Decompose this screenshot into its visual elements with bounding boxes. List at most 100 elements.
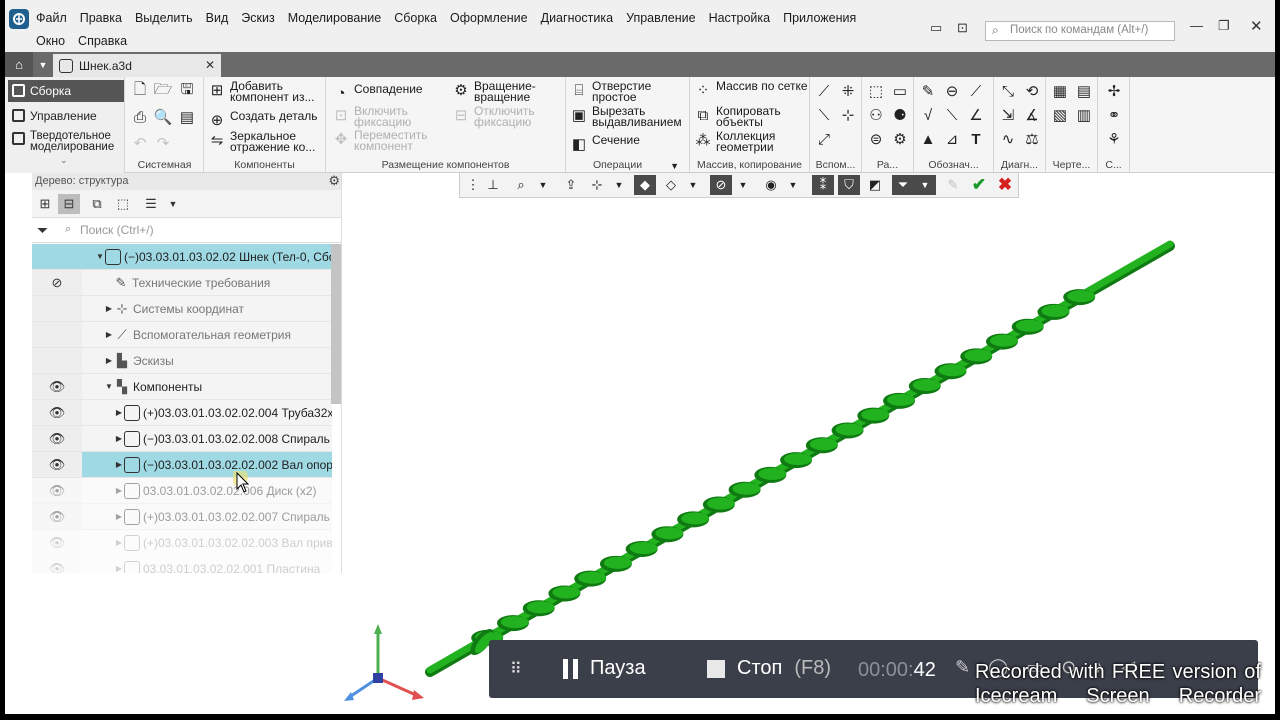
- expand-arrow-icon[interactable]: ▶: [104, 330, 114, 339]
- curvature-icon[interactable]: ∿: [998, 129, 1018, 149]
- menu-file[interactable]: Файл: [36, 10, 67, 26]
- disable-fix-button[interactable]: ⊟ Отключить фиксацию: [452, 105, 564, 128]
- menu-design[interactable]: Оформление: [450, 10, 528, 26]
- expand-arrow-icon[interactable]: ▶: [114, 538, 124, 547]
- link-icon[interactable]: ⚭: [1104, 105, 1124, 125]
- axis-icon[interactable]: ⟍: [814, 105, 834, 125]
- gear-icon[interactable]: ⚙: [890, 129, 910, 149]
- pencil-icon[interactable]: ✎: [942, 175, 964, 195]
- tree-search-input[interactable]: ⏷ ⌕ Поиск (Ctrl+/): [32, 219, 341, 243]
- layout-icon[interactable]: ▭: [930, 20, 942, 36]
- tree-row[interactable]: ▶ ⟋ Вспомогательная геометрия: [32, 322, 332, 348]
- expand-arrow-icon[interactable]: ▶: [114, 434, 124, 443]
- tree-row[interactable]: 👁 ▶ (+)03.03.01.03.02.02.003 Вал привод: [32, 530, 332, 556]
- hidden-eye-icon[interactable]: ⊘: [32, 270, 82, 295]
- copy-objects-button[interactable]: ⧉ Копировать объекты: [694, 105, 808, 128]
- wall-icon[interactable]: ▭: [890, 81, 910, 101]
- tree-scrollbar[interactable]: [331, 244, 341, 404]
- tree-row[interactable]: 👁 ▶ (−)03.03.01.03.02.02.008 Спираль об: [32, 426, 332, 452]
- display-dropdown-icon[interactable]: ▼: [682, 175, 704, 195]
- expand-arrow-icon[interactable]: ▼: [104, 382, 114, 391]
- visibility-icon[interactable]: ◉: [760, 175, 782, 195]
- tree-row[interactable]: ▶ ⊹ Системы координат: [32, 296, 332, 322]
- dimension-icon[interactable]: ✎: [918, 81, 938, 101]
- open-folder-icon[interactable]: 🗁: [153, 81, 173, 101]
- rotation-rotation-button[interactable]: ⚙ Вращение-вращение: [452, 80, 564, 103]
- print-icon[interactable]: ⎙: [130, 107, 150, 127]
- bolt-icon[interactable]: ⚇: [866, 105, 886, 125]
- chevron-down-icon[interactable]: ▼: [34, 52, 52, 77]
- weld-icon[interactable]: ▲: [918, 129, 938, 149]
- eye-icon[interactable]: 👁: [32, 504, 82, 529]
- save-icon[interactable]: 🖫: [177, 81, 197, 101]
- spec-icon[interactable]: ▥: [1074, 105, 1094, 125]
- panel-icon[interactable]: ⊡: [957, 20, 968, 36]
- drag-handle-icon[interactable]: ⠿: [510, 659, 522, 679]
- eye-icon[interactable]: 👁: [32, 426, 82, 451]
- pause-button[interactable]: Пауза: [563, 657, 646, 680]
- expand-arrow-icon[interactable]: ▶: [114, 486, 124, 495]
- menu-modeling[interactable]: Моделирование: [288, 10, 382, 26]
- close-window-icon[interactable]: ✕: [1250, 17, 1263, 35]
- create-part-button[interactable]: ⊕ Создать деталь: [208, 110, 326, 129]
- menu-sketch[interactable]: Эскиз: [241, 10, 274, 26]
- line-icon[interactable]: ⤢: [814, 129, 834, 149]
- tree-row[interactable]: ⊘ ✎ Технические требования: [32, 270, 332, 296]
- filter-dropdown-icon[interactable]: ▼: [914, 175, 936, 195]
- close-tab-icon[interactable]: ✕: [205, 58, 215, 72]
- coincidence-button[interactable]: ◔ Совпадение: [332, 83, 442, 102]
- menu-settings[interactable]: Настройка: [709, 10, 771, 26]
- properties-icon[interactable]: ▤: [177, 107, 197, 127]
- restore-icon[interactable]: ❐: [1218, 18, 1230, 34]
- point-icon[interactable]: ⁜: [838, 81, 858, 101]
- menu-management[interactable]: Управление: [626, 10, 696, 26]
- new-document-icon[interactable]: 🗋: [130, 81, 150, 101]
- select-filter-icon[interactable]: ⛉: [838, 175, 860, 195]
- eye-icon[interactable]: 👁: [32, 400, 82, 425]
- menu-apps[interactable]: Приложения: [783, 10, 856, 26]
- eye-icon[interactable]: 👁: [32, 530, 82, 555]
- constraint-icon[interactable]: ✢: [1104, 81, 1124, 101]
- tree-row[interactable]: 👁 ▼ ▚ Компоненты: [32, 374, 332, 400]
- hide-icon[interactable]: ⊘: [710, 175, 732, 195]
- angle-icon[interactable]: ∡: [1022, 105, 1042, 125]
- menu-window[interactable]: Окно: [36, 33, 65, 49]
- angle-dim-icon[interactable]: ∠: [966, 105, 986, 125]
- mode-solid-modeling[interactable]: Твердотельное моделирование: [8, 128, 124, 156]
- tree-row[interactable]: 👁 ▶ 03.03.01.03.02.02.006 Диск (x2): [32, 478, 332, 504]
- tree-components-icon[interactable]: ⧉: [86, 194, 108, 214]
- menu-select[interactable]: Выделить: [135, 10, 193, 26]
- confirm-check-icon[interactable]: ✔: [968, 175, 990, 195]
- plane-icon[interactable]: ⟋: [814, 81, 834, 101]
- extrude-cut-button[interactable]: ▣ Вырезать выдавливанием: [570, 105, 688, 128]
- snap-icon[interactable]: ⁑: [812, 175, 834, 195]
- hole-button[interactable]: ⌸ Отверстие простое: [570, 80, 688, 103]
- mode-management[interactable]: Управление: [8, 105, 124, 127]
- fastener-icon[interactable]: ⚈: [890, 105, 910, 125]
- tree-filter-list-icon[interactable]: ☰: [140, 194, 162, 214]
- tab-document[interactable]: Шнек.a3d ✕: [53, 54, 221, 77]
- menu-assembly[interactable]: Сборка: [394, 10, 437, 26]
- eye-icon[interactable]: 👁: [32, 452, 82, 477]
- wireframe-icon[interactable]: ◇: [660, 175, 682, 195]
- orientation-dropdown-icon[interactable]: ▼: [608, 175, 630, 195]
- grip-icon[interactable]: ⋮: [462, 175, 484, 195]
- tree-row[interactable]: 👁 ▶ (+)03.03.01.03.02.02.007 Спираль ос: [32, 504, 332, 530]
- drawing-icon[interactable]: ▦: [1050, 81, 1070, 101]
- sheet-icon[interactable]: ▤: [1074, 81, 1094, 101]
- rotate-view-icon[interactable]: ⇪: [560, 175, 582, 195]
- geometry-collection-button[interactable]: ⁂ Коллекция геометрии: [694, 130, 808, 153]
- check-icon[interactable]: ⟲: [1022, 81, 1042, 101]
- section-button[interactable]: ◧ Сечение: [570, 134, 688, 153]
- auger-model[interactable]: [342, 198, 1275, 714]
- text-icon[interactable]: T: [966, 129, 986, 149]
- mode-assembly[interactable]: Сборка: [8, 80, 124, 102]
- app-logo-icon[interactable]: [9, 9, 29, 29]
- add-component-button[interactable]: ⊞ Добавить компонент из...: [208, 80, 326, 103]
- tree-row[interactable]: ▶ ▙ Эскизы: [32, 348, 332, 374]
- redo-icon[interactable]: ↷: [153, 133, 173, 153]
- grid-array-button[interactable]: ⁘ Массив по сетке: [694, 80, 808, 99]
- diameter-icon[interactable]: ⊖: [942, 81, 962, 101]
- tree-row-selected[interactable]: 👁 ▶ (−)03.03.01.03.02.02.002 Вал опоры: [32, 452, 332, 478]
- minimize-icon[interactable]: —: [1190, 18, 1203, 33]
